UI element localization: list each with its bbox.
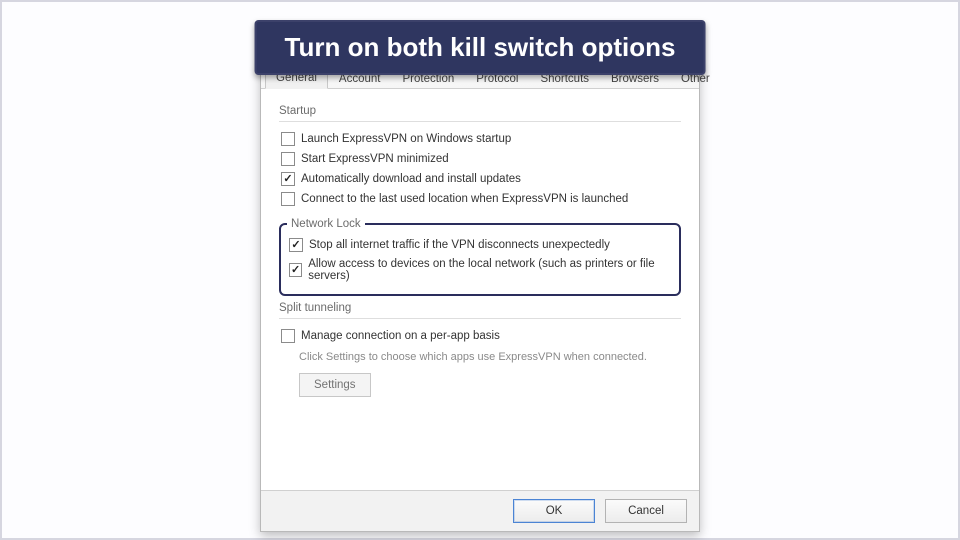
option-label: Manage connection on a per-app basis [301,330,500,342]
option-label: Start ExpressVPN minimized [301,153,449,165]
checkbox-per-app-basis[interactable] [281,329,295,343]
option-label: Connect to the last used location when E… [301,193,628,205]
checkbox-auto-updates[interactable] [281,172,295,186]
cancel-button[interactable]: Cancel [605,499,687,523]
option-label: Stop all internet traffic if the VPN dis… [309,239,610,251]
option-start-minimized[interactable]: Start ExpressVPN minimized [279,150,681,170]
dialog-footer: OK Cancel [261,490,699,531]
split-tunneling-hint: Click Settings to choose which apps use … [279,347,681,373]
option-label: Launch ExpressVPN on Windows startup [301,133,511,145]
checkbox-connect-last-location[interactable] [281,192,295,206]
option-auto-updates[interactable]: Automatically download and install updat… [279,170,681,190]
option-launch-on-startup[interactable]: Launch ExpressVPN on Windows startup [279,130,681,150]
option-label: Automatically download and install updat… [301,173,521,185]
checkbox-allow-local-devices[interactable] [289,263,302,277]
group-title-startup: Startup [279,105,681,117]
ok-button[interactable]: OK [513,499,595,523]
callout-text: Turn on both kill switch options [285,32,676,62]
option-connect-last-location[interactable]: Connect to the last used location when E… [279,190,681,210]
divider [279,318,681,319]
option-allow-local-devices[interactable]: Allow access to devices on the local net… [287,256,673,286]
checkbox-start-minimized[interactable] [281,152,295,166]
instruction-callout: Turn on both kill switch options [255,20,706,75]
group-network-lock-highlight: Network Lock Stop all internet traffic i… [279,218,681,296]
dialog-content: Startup Launch ExpressVPN on Windows sta… [261,89,699,490]
options-dialog: General Account Advanced Protection Prot… [260,62,700,532]
option-per-app-basis[interactable]: Manage connection on a per-app basis [279,327,681,347]
divider [279,121,681,122]
option-stop-traffic[interactable]: Stop all internet traffic if the VPN dis… [287,236,673,256]
settings-button[interactable]: Settings [299,373,371,397]
option-label: Allow access to devices on the local net… [308,258,673,282]
group-title-split-tunneling: Split tunneling [279,302,681,314]
checkbox-stop-traffic[interactable] [289,238,303,252]
group-title-network-lock: Network Lock [287,218,365,230]
checkbox-launch-on-startup[interactable] [281,132,295,146]
